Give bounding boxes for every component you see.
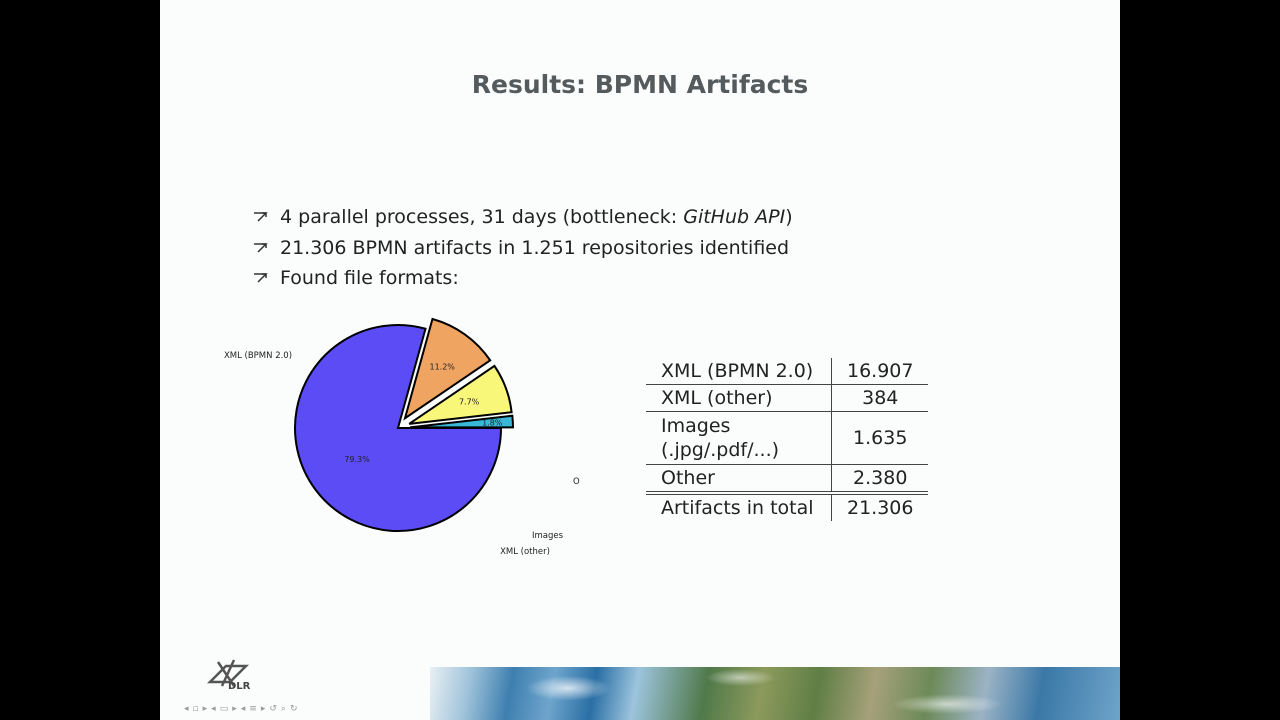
nav-left-icon[interactable]: ◂ [184, 704, 189, 714]
pie-value-label: 7.7% [459, 398, 480, 407]
nav-subsection-icon[interactable]: ≡ [249, 704, 257, 714]
table-cell-label: Other [646, 464, 832, 493]
nav-frame-icon[interactable]: ▫ [193, 704, 199, 714]
earth-banner-image [430, 667, 1120, 720]
results-table: XML (BPMN 2.0) 16.907 XML (other) 384 Images… [646, 358, 929, 521]
table-row: XML (other) 384 [646, 384, 929, 412]
nav-right-icon[interactable]: ▸ [203, 704, 208, 714]
pie-category-label: XML (other) [500, 547, 550, 557]
nav-undo-icon[interactable]: ↺ [269, 704, 277, 714]
table-total-label: Artifacts in total [646, 491, 832, 521]
nav-redo-icon[interactable]: ↻ [290, 704, 298, 714]
nav-right-icon[interactable]: ▸ [232, 704, 237, 714]
pie-category-label: Images [532, 531, 564, 541]
nav-left-icon[interactable]: ◂ [241, 704, 246, 714]
slide: Results: BPMN Artifacts 4 parallel proce… [160, 0, 1120, 720]
nav-left-icon[interactable]: ◂ [211, 704, 216, 714]
table-row: Images (.jpg/.pdf/...) 1.635 [646, 411, 929, 465]
pie-chart: 79.3% XML (BPMN 2.0) 11.2% Other 7.7% Images 1… [220, 310, 598, 570]
bullet-item: 21.306 BPMN artifacts in 1.251 repositor… [252, 233, 793, 264]
pie-value-label: 1.8% [482, 419, 503, 428]
nav-search-icon[interactable]: ⌕ [281, 704, 286, 714]
table-cell-label: XML (other) [646, 384, 832, 412]
table-row: Other 2.380 [646, 464, 928, 493]
arrow-bullet-icon [252, 269, 270, 287]
table-cell-value: 384 [831, 384, 929, 412]
pie-value-label: 11.2% [429, 362, 455, 371]
table-cell-label: Images (.jpg/.pdf/...) [646, 411, 832, 465]
table-total-value: 21.306 [831, 491, 929, 521]
arrow-bullet-icon [252, 208, 270, 226]
bullet-text: Found file formats: [280, 267, 459, 290]
bullet-list: 4 parallel processes, 31 days (bottlenec… [252, 202, 793, 294]
dlr-logo-text: DLR [228, 681, 251, 692]
arrow-bullet-icon [252, 239, 270, 257]
nav-right-icon[interactable]: ▸ [261, 704, 266, 714]
bullet-text: 4 parallel processes, 31 days (bottlenec… [280, 206, 793, 229]
pie-value-label: 79.3% [344, 455, 370, 464]
bullet-item: 4 parallel processes, 31 days (bottlenec… [252, 202, 793, 233]
table-row: XML (BPMN 2.0) 16.907 [646, 358, 929, 385]
beamer-navigation-bar: ◂ ▫ ▸ ◂ ▭ ▸ ◂ ≡ ▸ ↺ ⌕ ↻ [184, 702, 298, 716]
table-total-row: Artifacts in total 21.306 [646, 491, 929, 521]
bullet-text: 21.306 BPMN artifacts in 1.251 repositor… [280, 236, 790, 259]
bullet-italic: GitHub API [683, 206, 786, 229]
table-cell-value: 2.380 [853, 467, 908, 489]
slide-title: Results: BPMN Artifacts [471, 70, 809, 99]
table-cell-value: 1.635 [831, 411, 929, 465]
nav-section-icon[interactable]: ▭ [220, 704, 229, 714]
pie-category-label: Other [573, 477, 580, 487]
pie-category-label: XML (BPMN 2.0) [224, 351, 292, 361]
bullet-item: Found file formats: [252, 263, 793, 294]
table-cell-value: 16.907 [831, 358, 929, 385]
table-cell-label: XML (BPMN 2.0) [646, 358, 832, 385]
